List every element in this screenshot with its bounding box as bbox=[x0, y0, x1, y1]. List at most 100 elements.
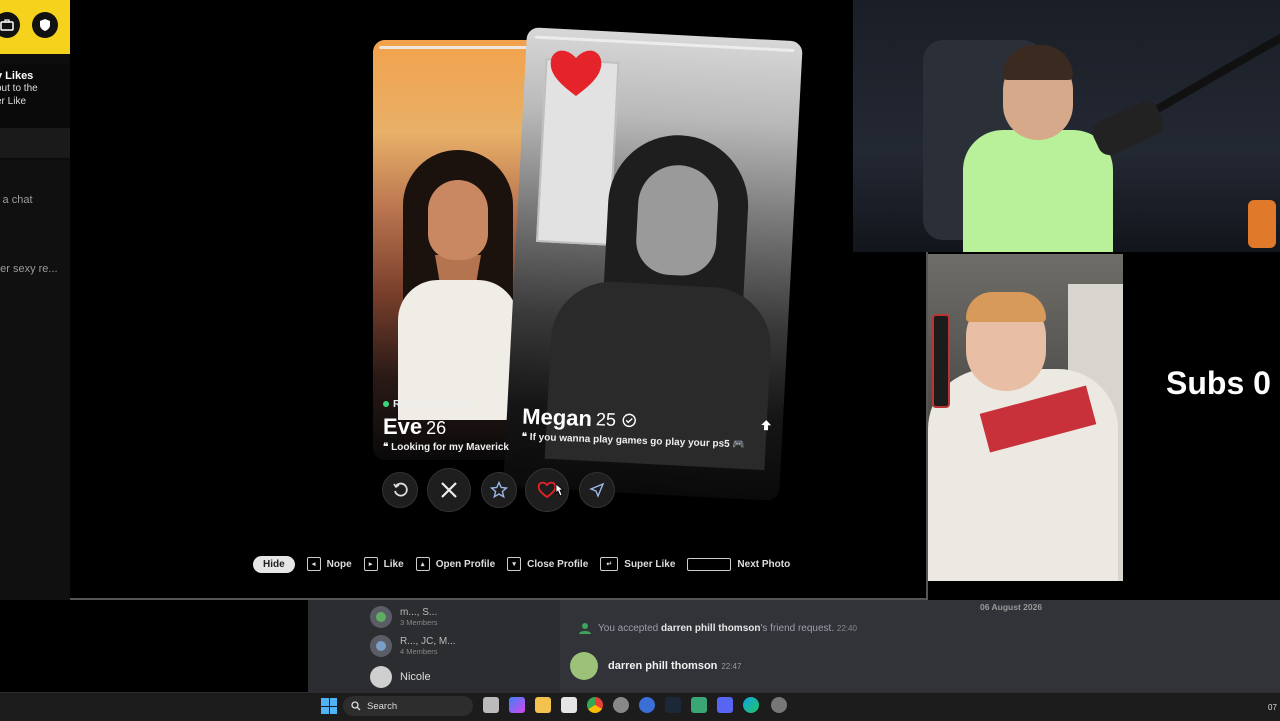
share-button[interactable] bbox=[579, 472, 615, 508]
close-icon bbox=[441, 482, 457, 498]
dm-name: Nicole bbox=[400, 671, 431, 683]
system-message-suffix: 's friend request. bbox=[760, 622, 835, 634]
shortcut-like: Like bbox=[383, 558, 404, 570]
message-author[interactable]: darren phill thomson 22:47 bbox=[608, 660, 741, 672]
likes-title: y Likes bbox=[0, 70, 34, 82]
dm-item[interactable]: R..., JC, M... 4 Members bbox=[370, 635, 456, 657]
search-icon bbox=[351, 701, 361, 711]
webcam-detail bbox=[966, 292, 1046, 322]
sidebar-divider bbox=[0, 128, 70, 158]
system-message-user[interactable]: darren phill thomson bbox=[661, 623, 760, 634]
shortcut-nope: Nope bbox=[326, 558, 352, 570]
nope-button[interactable] bbox=[427, 468, 471, 512]
dm-members: 4 Members bbox=[400, 647, 438, 656]
photo-progress-bar bbox=[379, 46, 537, 49]
activity-status-text: Recently Active bbox=[393, 398, 471, 410]
rewind-button[interactable] bbox=[382, 472, 418, 508]
steam-icon[interactable] bbox=[665, 697, 681, 713]
profile-age: 25 bbox=[595, 408, 617, 430]
dm-item[interactable]: Nicole bbox=[370, 666, 431, 688]
likes-promo[interactable]: y Likes out to the er Like bbox=[0, 64, 70, 128]
shield-icon[interactable] bbox=[32, 12, 58, 38]
shortcut-super-like: Super Like bbox=[624, 558, 676, 570]
edge-icon[interactable] bbox=[743, 697, 759, 713]
enter-key-icon: ↵ bbox=[600, 557, 619, 571]
verified-icon bbox=[622, 413, 636, 428]
chrome-icon[interactable] bbox=[587, 697, 603, 713]
chat-list: y a chat her sexy re... bbox=[0, 160, 70, 600]
dm-name: m..., S... bbox=[400, 607, 438, 618]
down-key-icon: ▾ bbox=[507, 557, 522, 571]
hide-shortcuts-button[interactable]: Hide bbox=[253, 555, 295, 573]
profile-photo-detail bbox=[634, 163, 721, 278]
system-message-prefix: You accepted bbox=[598, 622, 659, 634]
date-divider: 06 August 2026 bbox=[980, 602, 1043, 612]
online-dot bbox=[383, 401, 389, 407]
system-message-time: 22:40 bbox=[836, 623, 857, 633]
sidebar-header bbox=[0, 0, 70, 54]
webcam-detail bbox=[932, 314, 950, 408]
rewind-icon bbox=[393, 482, 408, 497]
group-avatar bbox=[370, 635, 392, 657]
windows-start-icon[interactable] bbox=[321, 698, 337, 714]
shortcut-open-profile: Open Profile bbox=[435, 558, 496, 570]
clock[interactable]: 07 bbox=[1268, 703, 1277, 712]
profile-age: 26 bbox=[426, 418, 447, 438]
message-time: 22:47 bbox=[721, 662, 742, 671]
webcam-detail bbox=[1151, 33, 1280, 115]
app-icon[interactable] bbox=[639, 697, 655, 713]
profile-name: Eve bbox=[383, 414, 423, 439]
briefcase-icon[interactable] bbox=[0, 12, 20, 38]
likes-subtitle-2: er Like bbox=[0, 96, 27, 107]
user-avatar bbox=[370, 666, 392, 688]
search-placeholder: Search bbox=[367, 700, 398, 712]
arrow-up-icon[interactable] bbox=[760, 419, 772, 431]
store-icon[interactable] bbox=[561, 697, 577, 713]
left-key-icon: ◂ bbox=[306, 557, 321, 571]
app-icon[interactable] bbox=[613, 697, 629, 713]
profile-name: Megan bbox=[521, 403, 593, 432]
likes-subtitle-1: out to the bbox=[0, 83, 38, 94]
dm-members: 3 Members bbox=[400, 618, 438, 627]
user-avatar[interactable] bbox=[570, 652, 598, 680]
file-explorer-icon[interactable] bbox=[535, 697, 551, 713]
friend-add-icon bbox=[579, 623, 591, 634]
discord-icon[interactable] bbox=[717, 697, 733, 713]
shortcut-close-profile: Close Profile bbox=[527, 558, 589, 570]
copilot-icon[interactable] bbox=[509, 697, 525, 713]
app-icon[interactable] bbox=[691, 697, 707, 713]
activity-status: Recently Active bbox=[383, 398, 533, 410]
like-heart-icon bbox=[550, 50, 602, 96]
space-key-icon bbox=[687, 557, 732, 571]
dm-item[interactable]: m..., S... 3 Members bbox=[370, 606, 438, 628]
right-key-icon: ▸ bbox=[363, 557, 378, 571]
webcam-detail bbox=[963, 130, 1113, 252]
chat-preview[interactable]: y a chat bbox=[0, 194, 33, 206]
webcam-streamer bbox=[853, 0, 1280, 252]
chat-preview[interactable]: her sexy re... bbox=[0, 263, 58, 275]
subs-counter-overlay: Subs 0 bbox=[1166, 365, 1271, 401]
system-message: You accepted darren phill thomson's frie… bbox=[578, 622, 857, 634]
profile-bio: ❝ Looking for my Maverick bbox=[383, 442, 509, 453]
discord-dm-list: m..., S... 3 Members R..., JC, M... 4 Memb… bbox=[308, 600, 560, 692]
shortcut-next-photo: Next Photo bbox=[737, 558, 791, 570]
profile-photo-detail bbox=[428, 180, 488, 260]
profile-bio-text: Looking for my Maverick bbox=[391, 442, 509, 453]
super-like-button[interactable] bbox=[481, 472, 517, 508]
cursor-icon bbox=[555, 483, 565, 497]
taskbar-search[interactable]: Search bbox=[343, 696, 473, 716]
message-author-name[interactable]: darren phill thomson bbox=[608, 660, 717, 672]
task-view-icon[interactable] bbox=[483, 697, 499, 713]
chat-message: darren phill thomson 22:47 bbox=[570, 652, 741, 680]
up-key-icon: ▴ bbox=[415, 557, 430, 571]
webcam-detail bbox=[1248, 200, 1276, 248]
star-icon bbox=[490, 481, 508, 499]
send-icon bbox=[589, 482, 605, 498]
dm-name: R..., JC, M... bbox=[400, 636, 456, 647]
eve-info: Recently Active Eve 26 ❝ Looking for my M… bbox=[383, 398, 533, 453]
webcam-guest bbox=[928, 254, 1123, 581]
group-avatar bbox=[370, 606, 392, 628]
webcam-detail bbox=[1088, 96, 1168, 160]
keyboard-shortcuts: Hide ◂ Nope ▸ Like ▴ Open Profile ▾ Close Pr… bbox=[253, 554, 790, 574]
settings-icon[interactable] bbox=[771, 697, 787, 713]
